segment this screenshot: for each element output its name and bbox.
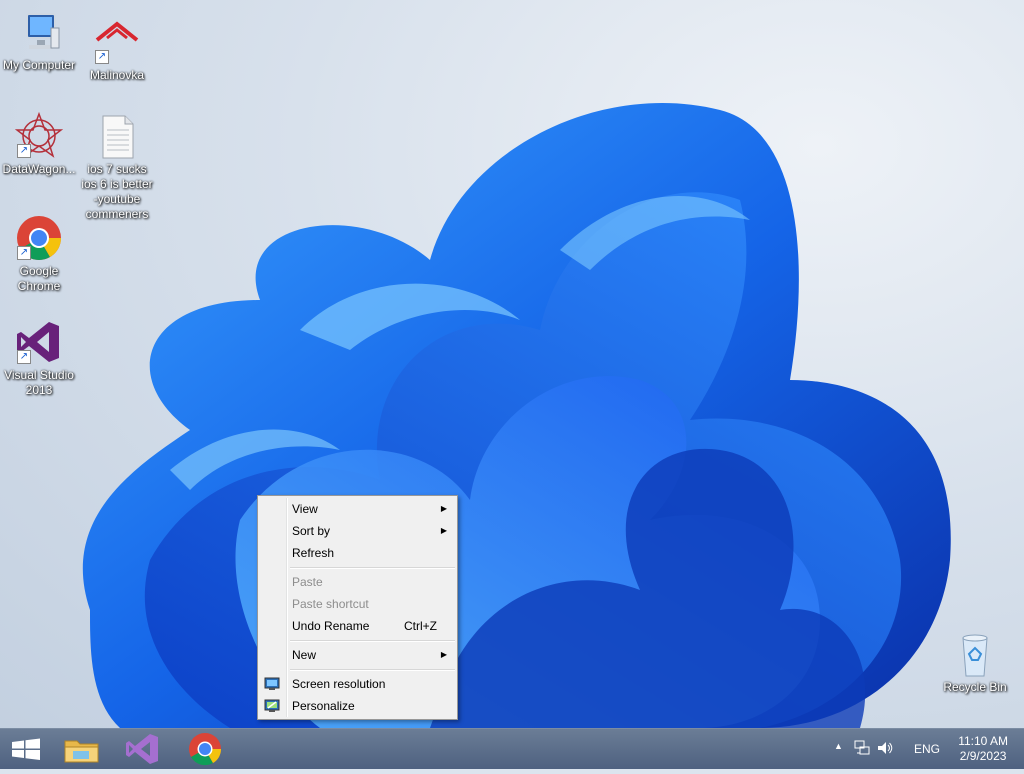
desktop-icon-label: Recycle Bin <box>943 680 1007 694</box>
menu-item-label: Sort by <box>292 524 331 538</box>
menu-item-undo-rename[interactable]: Undo Rename Ctrl+Z <box>260 615 455 637</box>
shortcut-arrow-icon: ↗ <box>17 246 31 260</box>
chrome-icon <box>189 733 222 766</box>
desktop-icon-google-chrome[interactable]: ↗ Google Chrome <box>0 214 78 294</box>
desktop-icon-visual-studio[interactable]: ↗ Visual Studio 2013 <box>0 318 78 398</box>
windows-logo-icon <box>12 738 40 760</box>
menu-item-refresh[interactable]: Refresh <box>260 542 455 564</box>
menu-item-view[interactable]: View ▶ <box>260 498 455 520</box>
monitor-icon <box>264 676 280 692</box>
menu-item-label: Refresh <box>292 546 335 560</box>
menu-item-label: New <box>292 648 317 662</box>
desktop-icon-label: My Computer <box>2 58 76 72</box>
desktop-icon-recycle-bin[interactable]: Recycle Bin <box>936 630 1014 695</box>
taskbar-clock[interactable]: 11:10 AM 2/9/2023 <box>958 734 1008 764</box>
text-document-icon <box>93 112 141 160</box>
submenu-arrow-icon: ▶ <box>440 650 447 659</box>
menu-item-sort-by[interactable]: Sort by ▶ <box>260 520 455 542</box>
desktop-icon-label: ios 7 sucks ios 6 is better -youtube com… <box>81 162 153 221</box>
clock-date: 2/9/2023 <box>959 749 1007 763</box>
computer-icon <box>15 8 63 56</box>
clock-time: 11:10 AM <box>958 734 1008 748</box>
taskbar-file-explorer[interactable] <box>56 729 108 769</box>
house-icon: ↗ <box>93 18 141 66</box>
desktop-icon-label: Google Chrome <box>17 264 61 293</box>
desktop-icon-label: DataWagon... <box>2 162 76 176</box>
desktop-icon-label: Malinovka <box>89 68 145 82</box>
menu-item-label: Paste shortcut <box>292 597 369 611</box>
menu-separator <box>290 669 455 671</box>
start-button[interactable] <box>0 729 52 769</box>
menu-item-paste[interactable]: Paste <box>260 571 455 593</box>
menu-item-label: Personalize <box>292 699 355 713</box>
submenu-arrow-icon: ▶ <box>440 526 447 535</box>
desktop-icon-malinovka[interactable]: ↗ Malinovka <box>78 18 156 83</box>
menu-item-label: Screen resolution <box>292 677 386 691</box>
menu-item-screen-resolution[interactable]: Screen resolution <box>260 673 455 695</box>
menu-item-label: Paste <box>292 575 323 589</box>
language-indicator[interactable]: ENG <box>914 742 940 756</box>
desktop-icon-label: Visual Studio 2013 <box>4 368 74 397</box>
folder-icon <box>64 740 99 763</box>
menu-separator <box>290 567 455 569</box>
show-hidden-icons-arrow[interactable]: ▲ <box>834 741 843 751</box>
menu-item-new[interactable]: New ▶ <box>260 644 455 666</box>
desktop[interactable]: My Computer ↗ Malinovka ↗ DataWagon... i… <box>0 0 1024 728</box>
menu-item-label: Undo Rename <box>292 619 370 633</box>
recycle-bin-icon <box>951 630 999 678</box>
desktop-icon-my-computer[interactable]: My Computer <box>0 8 78 73</box>
menu-item-personalize[interactable]: Personalize <box>260 695 455 717</box>
visual-studio-icon: ↗ <box>15 318 63 366</box>
submenu-arrow-icon: ▶ <box>440 504 447 513</box>
visual-studio-icon <box>126 734 158 764</box>
desktop-icon-datawagon[interactable]: ↗ DataWagon... <box>0 111 78 177</box>
desktop-icon-text-file[interactable]: ios 7 sucks ios 6 is better -youtube com… <box>78 112 156 222</box>
desktop-context-menu: View ▶ Sort by ▶ Refresh Paste Paste sho… <box>257 495 458 720</box>
menu-separator <box>290 640 455 642</box>
shortcut-arrow-icon: ↗ <box>17 144 31 158</box>
personalize-icon <box>264 698 280 714</box>
shortcut-arrow-icon: ↗ <box>17 350 31 364</box>
taskbar-google-chrome[interactable] <box>179 729 231 769</box>
menu-item-paste-shortcut[interactable]: Paste shortcut <box>260 593 455 615</box>
chrome-icon: ↗ <box>15 214 63 262</box>
wallpaper-bloom <box>82 103 951 728</box>
taskbar: ▲ ENG 11:10 AM 2/9/2023 <box>0 728 1024 769</box>
network-icon[interactable] <box>854 739 870 760</box>
system-tray: ▲ ENG 11:10 AM 2/9/2023 <box>824 729 1024 769</box>
menu-item-shortcut: Ctrl+Z <box>404 619 437 633</box>
datawagon-star-icon: ↗ <box>14 111 64 160</box>
volume-icon[interactable] <box>876 739 894 760</box>
menu-item-label: View <box>292 502 318 516</box>
taskbar-visual-studio[interactable] <box>117 729 169 769</box>
shortcut-arrow-icon: ↗ <box>95 50 109 64</box>
